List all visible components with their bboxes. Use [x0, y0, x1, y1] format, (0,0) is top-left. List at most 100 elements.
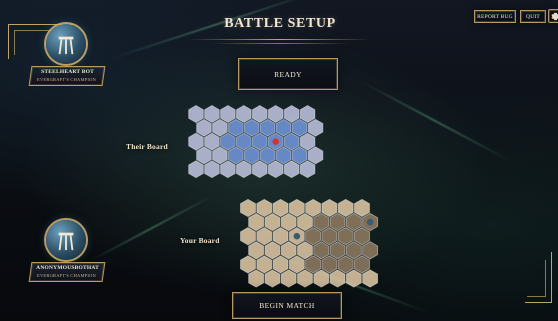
hex-tile[interactable]: [251, 105, 268, 123]
hex-tile[interactable]: [283, 160, 300, 179]
page-title: BATTLE SETUP: [224, 16, 336, 31]
hex-tile[interactable]: [280, 241, 297, 260]
ready-button[interactable]: READY: [238, 58, 338, 90]
quit-button[interactable]: QUIT: [520, 10, 546, 23]
their-board: [188, 105, 324, 179]
hex-tile[interactable]: [305, 227, 322, 246]
hex-tile[interactable]: [264, 241, 281, 260]
hex-tile[interactable]: [288, 198, 305, 218]
hex-tile[interactable]: [291, 118, 308, 137]
hex-tile[interactable]: [228, 146, 244, 165]
hex-tile[interactable]: [313, 269, 330, 288]
hex-tile[interactable]: [196, 146, 212, 165]
hex-tile[interactable]: [240, 198, 256, 218]
hex-tile[interactable]: [297, 241, 313, 260]
hex-tile[interactable]: [305, 255, 322, 274]
hex-tile[interactable]: [283, 132, 300, 151]
hex-tile[interactable]: [275, 118, 292, 137]
hex-tile[interactable]: [240, 255, 256, 274]
hex-tile[interactable]: [220, 160, 236, 179]
hex-tile[interactable]: [236, 160, 252, 179]
report-bug-button[interactable]: REPORT BUG: [474, 10, 516, 23]
hex-tile[interactable]: [220, 132, 236, 151]
hex-tile[interactable]: [275, 146, 292, 165]
hex-tile[interactable]: [256, 255, 273, 274]
hex-tile[interactable]: [188, 105, 204, 123]
hex-tile[interactable]: [297, 212, 313, 232]
hex-tile[interactable]: [204, 132, 220, 151]
hex-tile[interactable]: [337, 198, 354, 218]
hex-tile[interactable]: [321, 255, 338, 274]
hex-tile[interactable]: [256, 198, 273, 218]
hex-tile[interactable]: [188, 160, 204, 179]
hex-tile[interactable]: [297, 269, 313, 288]
hex-tile[interactable]: [313, 212, 330, 232]
hex-tile[interactable]: [243, 146, 260, 165]
hex-tile[interactable]: [345, 269, 362, 288]
hex-tile[interactable]: [307, 146, 324, 165]
hex-tile[interactable]: [220, 105, 236, 123]
hex-tile[interactable]: [264, 212, 281, 232]
hex-tile[interactable]: [259, 118, 276, 137]
hex-tile[interactable]: [256, 227, 273, 246]
hex-tile[interactable]: [267, 105, 284, 123]
hex-tile[interactable]: [329, 269, 346, 288]
hex-tile[interactable]: [212, 146, 228, 165]
opponent-portrait: STEELHEART BOT EVERGRAFT'S CHAMPION: [28, 18, 106, 96]
hex-tile[interactable]: [272, 227, 289, 246]
frame-corner-bottom-right-inner: [527, 260, 546, 297]
hex-tile[interactable]: [272, 198, 289, 218]
settings-button[interactable]: [548, 9, 558, 23]
hex-tile[interactable]: [354, 255, 370, 274]
hex-tile[interactable]: [329, 241, 346, 260]
hex-tile[interactable]: [299, 132, 316, 151]
hex-tile[interactable]: [204, 160, 220, 179]
hex-tile[interactable]: [299, 160, 316, 179]
hex-tile[interactable]: [313, 241, 330, 260]
hex-tile[interactable]: [307, 118, 324, 137]
unit-marker: [293, 232, 301, 240]
hex-tile[interactable]: [204, 105, 220, 123]
hex-tile[interactable]: [305, 198, 322, 218]
hex-tile[interactable]: [272, 255, 289, 274]
hex-tile[interactable]: [337, 227, 354, 246]
begin-match-button[interactable]: BEGIN MATCH: [232, 292, 342, 319]
hex-tile[interactable]: [280, 269, 297, 288]
hex-tile[interactable]: [362, 241, 379, 260]
hex-tile[interactable]: [299, 105, 316, 123]
hex-tile[interactable]: [212, 118, 228, 137]
your-board-label: Your Board: [180, 236, 220, 245]
hex-tile[interactable]: [251, 132, 268, 151]
hex-tile[interactable]: [283, 105, 300, 123]
hex-tile[interactable]: [354, 227, 370, 246]
hex-tile[interactable]: [228, 118, 244, 137]
hex-tile[interactable]: [321, 227, 338, 246]
hex-tile[interactable]: [243, 118, 260, 137]
your-board: [240, 198, 379, 288]
hex-tile[interactable]: [240, 227, 256, 246]
hex-tile[interactable]: [248, 269, 265, 288]
hex-tile[interactable]: [267, 160, 284, 179]
hex-tile[interactable]: [345, 212, 362, 232]
hex-tile[interactable]: [236, 132, 252, 151]
opponent-subtitle: EVERGRAFT'S CHAMPION: [37, 77, 96, 82]
hex-tile[interactable]: [321, 198, 338, 218]
hex-tile[interactable]: [236, 105, 252, 123]
hex-tile[interactable]: [354, 198, 370, 218]
hex-tile[interactable]: [345, 241, 362, 260]
hex-tile[interactable]: [251, 160, 268, 179]
hex-tile[interactable]: [329, 212, 346, 232]
hex-tile[interactable]: [291, 146, 308, 165]
hex-tile[interactable]: [196, 118, 212, 137]
hex-tile[interactable]: [264, 269, 281, 288]
opponent-name: STEELHEART BOT: [41, 69, 94, 75]
hex-tile[interactable]: [280, 212, 297, 232]
hex-tile[interactable]: [259, 146, 276, 165]
hex-tile[interactable]: [362, 269, 379, 288]
hex-tile[interactable]: [337, 255, 354, 274]
hex-tile[interactable]: [188, 132, 204, 151]
hex-tile[interactable]: [288, 255, 305, 274]
hex-tile[interactable]: [248, 212, 265, 232]
title-bar: BATTLE SETUP: [170, 8, 390, 44]
hex-tile[interactable]: [248, 241, 265, 260]
